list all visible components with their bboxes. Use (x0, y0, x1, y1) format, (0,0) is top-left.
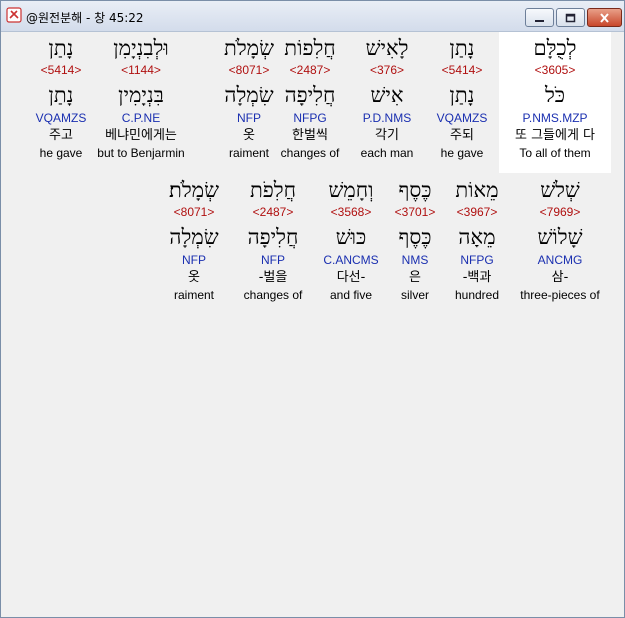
hebrew-word: לְכֻלָּם (533, 36, 577, 60)
app-logo-icon (6, 7, 22, 23)
korean-gloss: 또 그들에게 다 (514, 128, 596, 143)
strong-number: <1144> (121, 63, 161, 77)
strong-number: <7969> (539, 205, 581, 219)
minimize-button[interactable] (525, 8, 554, 27)
maximize-icon (565, 8, 576, 27)
title-bar[interactable]: @원전분해 - 창 45:22 (1, 1, 624, 32)
korean-gloss: 베냐민에게는 (105, 128, 177, 143)
strong-number: <3605> (534, 63, 576, 77)
korean-gloss: 삼- (551, 270, 569, 285)
verse-analysis-pane: נָתַן <5414> נָתַן VQAMZS 주고 he gave וּלְבִנְי… (7, 32, 619, 612)
grammar-code: P.NMS.MZP (522, 111, 588, 125)
english-gloss: To all of them (519, 146, 591, 160)
minimize-icon (534, 8, 545, 27)
root-word: בִּנְיָמִין (118, 83, 164, 107)
english-gloss: three-pieces of (520, 288, 600, 302)
word-column[interactable]: שְׁלֹשׁ <7969> שָׁלוֹשׁ ANCMG 삼-three-pieces… (500, 176, 620, 303)
app-window: @원전분해 - 창 45:22 נָתַן <5414> נָתַן VQAMZS 주고… (0, 0, 625, 618)
hebrew-word: שְׁלֹשׁ (540, 178, 580, 202)
grammar-code: C.P.NE (121, 111, 161, 125)
window-title: @원전분해 - 창 45:22 (26, 11, 144, 25)
word-column[interactable]: לְכֻלָּם <3605> כֹּל P.NMS.MZP 또 그들에게 다 To al… (495, 34, 615, 161)
close-icon (599, 8, 610, 27)
grammar-code: ANCMG (537, 253, 583, 267)
english-gloss: but to Benjarmin (97, 146, 185, 160)
close-button[interactable] (587, 8, 622, 27)
root-word: שָׁלוֹשׁ (537, 225, 583, 249)
hebrew-word: וּלְבִנְיָמִן (113, 36, 169, 60)
root-word: כֹּל (544, 83, 566, 107)
word-column[interactable]: וּלְבִנְיָמִן <1144> בִּנְיָמִין C.P.NE 베냐민에… (81, 34, 201, 161)
maximize-button[interactable] (556, 8, 585, 27)
